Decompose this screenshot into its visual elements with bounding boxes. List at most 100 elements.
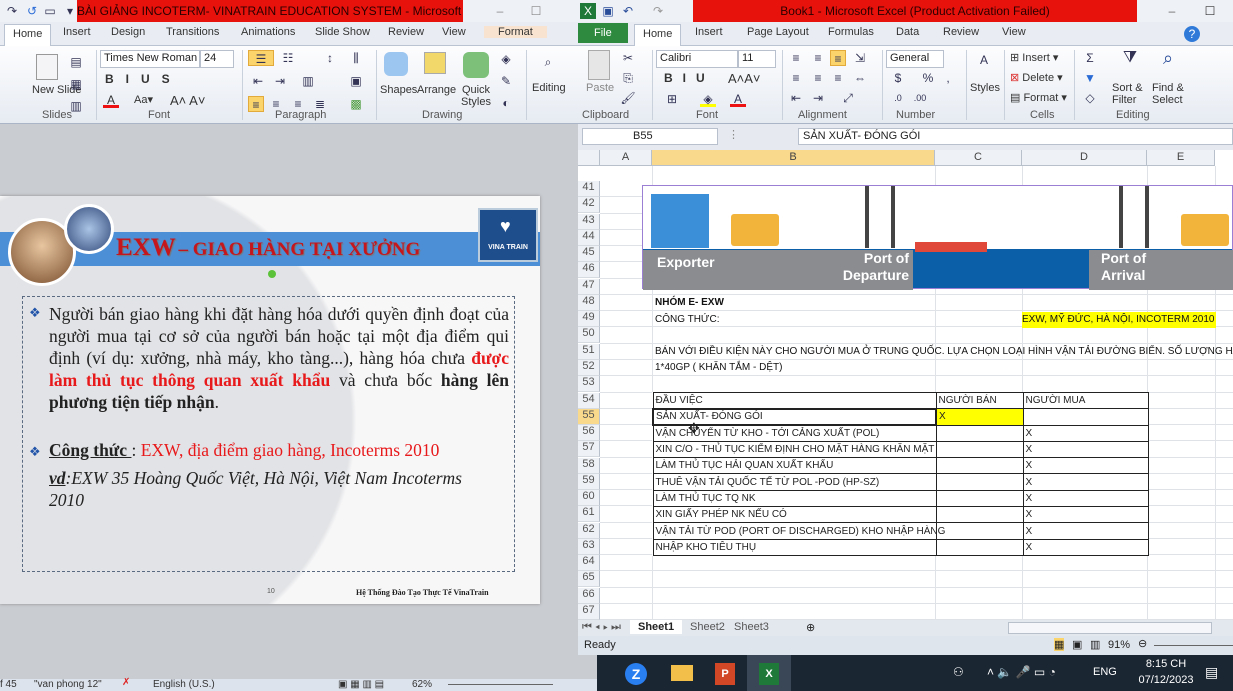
name-box[interactable]: B55	[582, 128, 718, 145]
text-placeholder-selected[interactable]: ❖ Người bán giao hàng khi đặt hàng hóa d…	[22, 296, 515, 572]
layout-icon[interactable]: ▤	[68, 54, 84, 70]
ppt-tab-review[interactable]: Review	[388, 26, 424, 38]
row-header[interactable]: 57	[578, 441, 600, 458]
sheet-tab-3[interactable]: Sheet3	[726, 621, 777, 633]
language-indicator[interactable]: ENG	[1093, 666, 1117, 678]
maximize-icon[interactable]: ☐	[528, 3, 544, 19]
table-cell[interactable]: XIN C/O - THỦ TỤC KIỂM ĐỊNH CHO MẶT HÀNG…	[652, 440, 937, 459]
delete-cells-button[interactable]: ⊠ Delete ▾	[1010, 71, 1063, 84]
table-cell[interactable]: X	[1022, 424, 1149, 442]
bottom-align-icon[interactable]: ≡	[830, 50, 846, 66]
table-cell[interactable]	[935, 440, 1024, 459]
fill-icon[interactable]: ▼	[1082, 70, 1098, 86]
find-select-button[interactable]: Find & Select	[1152, 82, 1190, 106]
table-cell[interactable]: LÀM THỦ TỤC TQ NK	[652, 489, 937, 508]
line-spacing-icon[interactable]: ↕	[322, 50, 338, 66]
row-header[interactable]: 52	[578, 359, 600, 376]
bullets-icon[interactable]: ☰	[248, 50, 274, 66]
shape-outline-icon[interactable]: ✎	[498, 73, 514, 89]
align-right-icon[interactable]: ≡	[830, 70, 846, 86]
row-header[interactable]: 58	[578, 457, 600, 474]
align-left-icon[interactable]: ≡	[788, 70, 804, 86]
page-break-view-icon[interactable]: ▥	[1090, 638, 1100, 651]
ppt-font-name[interactable]: Times New Roman	[100, 50, 200, 68]
excel-tab-formulas[interactable]: Formulas	[828, 26, 874, 38]
table-cell[interactable]	[935, 506, 1024, 524]
ppt-tab-slide-show[interactable]: Slide Show	[315, 26, 370, 38]
decrease-indent-icon[interactable]: ⇤	[788, 90, 804, 106]
top-align-icon[interactable]: ≡	[788, 50, 804, 66]
table-cell[interactable]: X	[1022, 473, 1149, 491]
ppt-tab-insert[interactable]: Insert	[63, 26, 91, 38]
row-header[interactable]: 42	[578, 197, 600, 214]
column-header-b[interactable]: B	[652, 150, 935, 166]
smartart-icon[interactable]: ▩	[348, 96, 364, 112]
decrease-indent-icon[interactable]: ⇤	[250, 73, 266, 89]
column-header-e[interactable]: E	[1147, 150, 1215, 166]
row-header[interactable]: 64	[578, 555, 600, 572]
ppt-tab-transitions[interactable]: Transitions	[166, 26, 219, 38]
sheet-tab-1[interactable]: Sheet1	[630, 620, 683, 634]
ppt-tab-design[interactable]: Design	[111, 26, 145, 38]
ppt-tab-view[interactable]: View	[442, 26, 466, 38]
excel-format-buttons[interactable]: BIU	[664, 71, 715, 85]
row-header[interactable]: 49	[578, 311, 600, 328]
table-cell[interactable]	[935, 522, 1024, 540]
shapes-button[interactable]: Shapes	[380, 84, 417, 96]
excel-tab-review[interactable]: Review	[943, 26, 979, 38]
arrange-button[interactable]: Arrange	[417, 84, 456, 96]
table-cell[interactable]	[935, 424, 1024, 442]
table-cell[interactable]	[935, 457, 1024, 475]
text-direction-icon[interactable]: ⫼	[348, 50, 364, 66]
excel-font-color-icon[interactable]: A	[730, 91, 746, 107]
align-left-icon[interactable]: ≡	[248, 96, 264, 112]
wrap-text-icon[interactable]: ⇲	[852, 50, 868, 66]
ppt-font-size[interactable]: 24	[200, 50, 234, 68]
horizontal-scrollbar[interactable]	[1008, 622, 1212, 634]
cell-b51[interactable]: BÁN VỚI ĐIỀU KIỆN NÀY CHO NGƯỜI MUA Ở TR…	[655, 344, 1233, 360]
decrease-decimal-icon[interactable]: .00	[912, 90, 928, 106]
ppt-format-buttons[interactable]: BIUS	[105, 72, 182, 86]
numbering-icon[interactable]: ☷	[280, 50, 296, 66]
row-header[interactable]: 59	[578, 473, 600, 490]
clock-time[interactable]: 8:15 CH	[1141, 658, 1191, 670]
row-header[interactable]: 55	[578, 408, 600, 425]
columns-icon[interactable]: ▥	[300, 73, 316, 89]
autosum-icon[interactable]: Σ	[1082, 50, 1098, 66]
borders-icon[interactable]: ⊞	[664, 91, 680, 107]
table-cell[interactable]: X	[1022, 506, 1149, 524]
grow-shrink-font-icon[interactable]: A˄ A˅	[170, 93, 205, 108]
table-cell[interactable]: X	[1022, 489, 1149, 508]
row-header[interactable]: 67	[578, 604, 600, 621]
copy-icon[interactable]: ⎘	[620, 70, 636, 86]
rotate-handle[interactable]	[268, 270, 276, 278]
editing-button[interactable]: Editing	[532, 82, 566, 94]
font-color-icon[interactable]: A	[103, 92, 119, 108]
sort-filter-button[interactable]: Sort & Filter	[1112, 82, 1146, 106]
customize-toolbar-icon[interactable]: ▾	[62, 3, 78, 19]
clear-icon[interactable]: ◇	[1082, 90, 1098, 106]
column-header-a[interactable]: A	[600, 150, 652, 166]
row-header[interactable]: 41	[578, 181, 600, 197]
select-all-corner[interactable]	[578, 150, 600, 166]
table-cell[interactable]: LÀM THỦ TỤC HẢI QUAN XUẤT KHẨU	[652, 457, 937, 475]
sheet-nav-arrows-icon[interactable]: ⏮ ◂ ▸ ⏭	[582, 621, 621, 634]
row-header[interactable]: 44	[578, 229, 600, 246]
styles-button[interactable]: Styles	[970, 82, 1000, 94]
table-cell[interactable]	[935, 489, 1024, 508]
table-cell[interactable]: THUÊ VẬN TẢI QUỐC TẾ TỪ POL -POD (HP-SZ)	[652, 473, 937, 491]
cell-d49[interactable]: EXW, MỸ ĐỨC, HÀ NỘI, INCOTERM 2010	[1022, 312, 1217, 328]
row-header[interactable]: 63	[578, 538, 600, 555]
powerpoint-taskbar-icon[interactable]: P	[715, 663, 735, 685]
row-header[interactable]: 45	[578, 246, 600, 263]
percent-icon[interactable]: %	[920, 70, 936, 86]
page-layout-view-icon[interactable]: ▣	[1072, 638, 1082, 651]
orientation-icon[interactable]: ⤢	[840, 90, 856, 106]
excel-font-name[interactable]: Calibri	[656, 50, 738, 68]
fx-icon[interactable]: ⋮	[728, 128, 739, 141]
excel-tab-page-layout[interactable]: Page Layout	[747, 26, 809, 38]
zalo-icon[interactable]: Z	[625, 663, 647, 685]
save-icon[interactable]: ▣	[600, 3, 616, 19]
ppt-tab-format[interactable]: Format	[484, 26, 547, 38]
table-cell[interactable]	[935, 538, 1024, 556]
